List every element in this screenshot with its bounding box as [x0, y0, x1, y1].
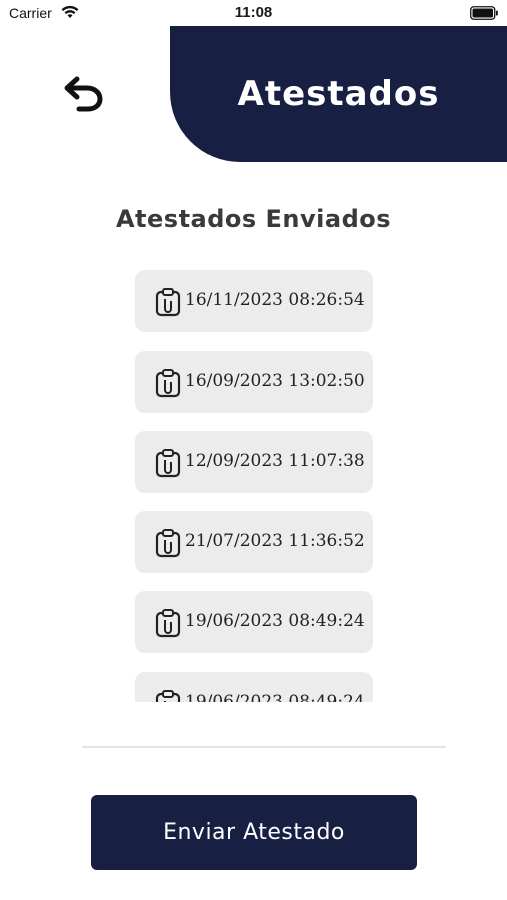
clipboard-icon	[155, 369, 181, 398]
clipboard-icon	[155, 449, 181, 478]
undo-arrow-icon	[64, 76, 103, 112]
status-time: 11:08	[234, 4, 273, 21]
clipboard-icon	[155, 609, 181, 638]
item-date: 16/09/2023 13:02:50	[185, 371, 365, 391]
clipboard-icon	[155, 288, 181, 317]
send-certificate-button[interactable]: Enviar Atestado	[91, 795, 417, 870]
header-panel: Atestados	[170, 26, 507, 162]
divider	[82, 746, 446, 748]
list-item[interactable]: 21/07/2023 11:36:52	[135, 511, 373, 573]
page-title: Atestados	[237, 74, 440, 114]
list-item[interactable]: 19/06/2023 08:49:24	[135, 672, 373, 702]
back-button[interactable]	[62, 74, 108, 116]
list-item[interactable]: 16/11/2023 08:26:54	[135, 270, 373, 332]
item-date: 19/06/2023 08:49:24	[185, 611, 365, 631]
list-item[interactable]: 12/09/2023 11:07:38	[135, 431, 373, 493]
clipboard-icon	[155, 690, 181, 702]
status-bar: Carrier 11:08	[0, 0, 507, 26]
send-certificate-label: Enviar Atestado	[163, 820, 345, 845]
battery-icon	[470, 6, 498, 20]
section-title: Atestados Enviados	[115, 205, 392, 233]
clipboard-icon	[155, 529, 181, 558]
list-item[interactable]: 16/09/2023 13:02:50	[135, 351, 373, 413]
item-date: 19/06/2023 08:49:24	[185, 692, 365, 702]
item-date: 12/09/2023 11:07:38	[185, 451, 365, 471]
list-item[interactable]: 19/06/2023 08:49:24	[135, 591, 373, 653]
item-date: 21/07/2023 11:36:52	[185, 531, 365, 551]
item-date: 16/11/2023 08:26:54	[185, 290, 365, 310]
certificate-list[interactable]: 16/11/2023 08:26:54 16/09/2023 13:02:50 …	[0, 262, 507, 702]
